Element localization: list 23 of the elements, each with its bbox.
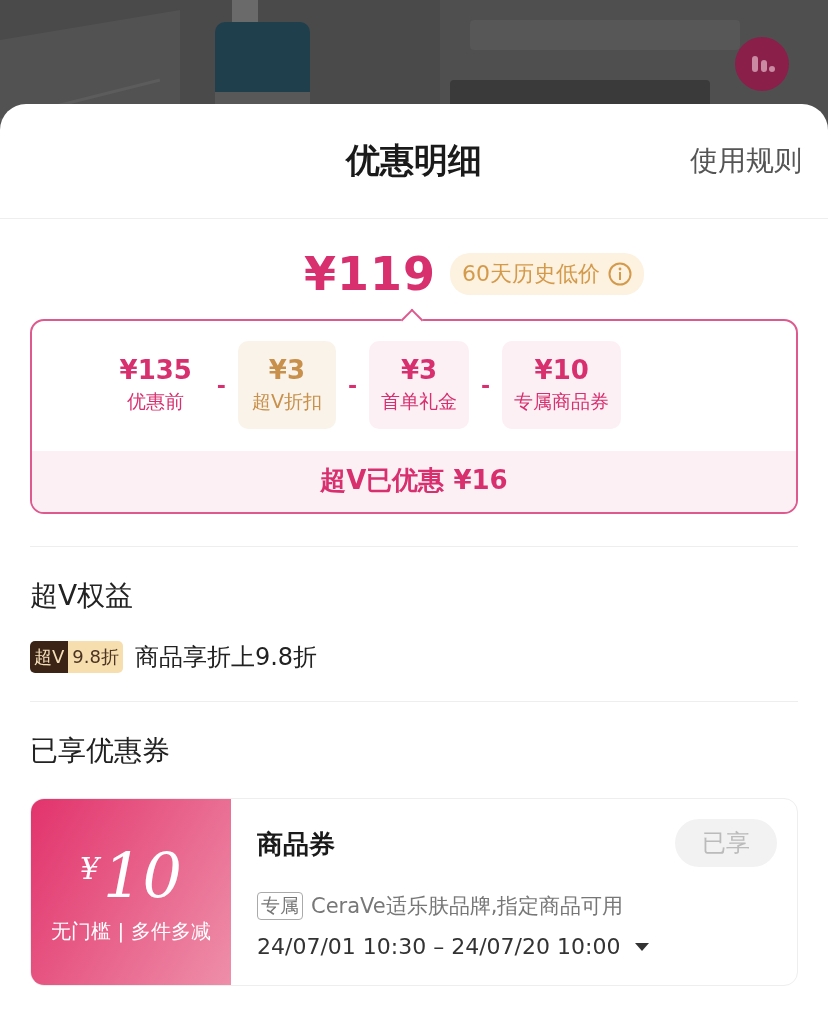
discount-item: ¥3 超V折扣	[237, 341, 336, 429]
live-icon[interactable]	[734, 36, 790, 92]
discount-item: ¥3 首单礼金	[369, 341, 470, 429]
minus-sign: -	[347, 372, 358, 398]
total-saving: 超V已优惠 ¥16	[32, 451, 796, 512]
sheet-title: 优惠明细	[346, 139, 482, 182]
history-low-badge[interactable]: 60天历史低价	[450, 253, 644, 295]
minus-sign: -	[216, 372, 226, 398]
section-title: 超V权益	[30, 578, 135, 614]
coupon-description: CeraVe适乐肤品牌,指定商品可用	[311, 893, 624, 920]
final-price: ¥119	[304, 247, 436, 301]
discount-item: ¥10 专属商品券	[502, 341, 622, 429]
coupon-name: 商品券	[257, 828, 335, 861]
validity-period: 24/07/01 10:30 – 24/07/20 10:00	[257, 934, 621, 959]
minus-sign: -	[481, 372, 491, 398]
discount-item: ¥135 优惠前	[118, 354, 193, 414]
exclusive-tag: 专属	[257, 892, 303, 920]
coupon-amount: $^{¥}$10	[80, 839, 182, 912]
section-title: 已享优惠券	[30, 733, 171, 769]
info-icon[interactable]	[608, 262, 632, 286]
benefit-text: 商品享折上9.8折	[134, 642, 318, 673]
coupon-conditions: 无门槛 | 多件多减	[51, 918, 211, 945]
rules-link[interactable]: 使用规则	[690, 142, 802, 180]
